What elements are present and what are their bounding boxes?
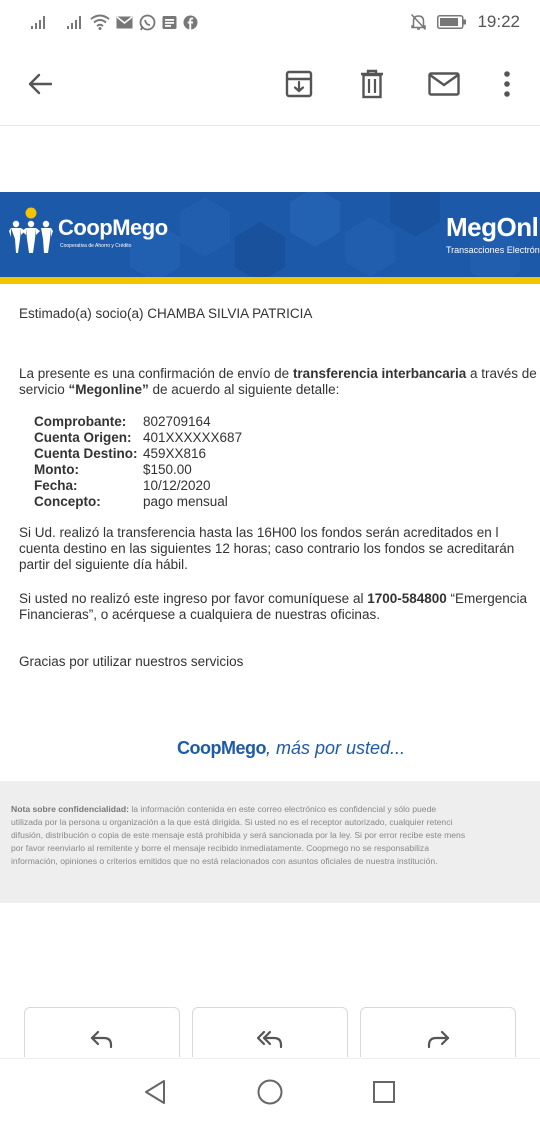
system-nav-bar	[0, 1058, 540, 1122]
detail-value: 10/12/2020	[143, 478, 211, 493]
detail-row: Cuenta Destino: 459XX816	[34, 446, 242, 462]
greeting: Estimado(a) socio(a) CHAMBA SILVIA PATRI…	[19, 306, 313, 321]
disclaimer-title: Nota sobre confidencialidad:	[11, 804, 129, 814]
app-bar	[0, 44, 540, 126]
disclaimer-line: Nota sobre confidencialidad: la informac…	[11, 803, 540, 816]
signature-tagline: , más por usted...	[265, 738, 406, 758]
intro-line-2: servicio “Megonline” de acuerdo al sigui…	[19, 382, 540, 398]
signal-icon	[67, 16, 81, 29]
intro-text: servicio	[19, 382, 69, 397]
intro-bold: transferencia interbancaria	[292, 366, 467, 381]
mute-icon	[411, 13, 427, 31]
status-left	[30, 10, 198, 34]
detail-row: Monto: $150.00	[34, 462, 242, 478]
detail-row: Concepto: pago mensual	[34, 494, 242, 510]
email-body: CoopMego Cooperativa de Ahorro y Crédito…	[0, 127, 540, 1057]
detail-label: Concepto:	[34, 494, 101, 509]
archive-icon	[285, 70, 313, 98]
intro-bold: “Megonline”	[68, 382, 149, 397]
status-time: 19:22	[477, 12, 520, 31]
intro-text: de acuerdo al siguiente detalle:	[148, 382, 340, 397]
phone-number: 1700-584800	[367, 591, 447, 606]
nav-back-button[interactable]	[140, 1077, 170, 1107]
para-2-text: “Emergencia	[446, 591, 528, 606]
detail-value: 802709164	[143, 414, 211, 429]
back-button[interactable]	[20, 64, 60, 104]
signal-icon	[31, 16, 45, 29]
signature: CoopMego, más por usted...	[177, 738, 405, 759]
disclaimer-text: la información contenida en este correo …	[128, 804, 437, 814]
detail-row: Fecha: 10/12/2020	[34, 478, 242, 494]
para-1-line-3: partir del siguiente día hábil.	[19, 557, 188, 572]
detail-label: Cuenta Origen:	[34, 430, 132, 445]
para-2-text: Si usted no realizó este ingreso por fav…	[19, 591, 368, 606]
mail-unread-icon	[428, 72, 460, 96]
megonline-brand: MegOnli Transacciones Electrónica	[446, 212, 540, 255]
wifi-icon	[90, 14, 110, 30]
thanks-text: Gracias por utilizar nuestros servicios	[19, 654, 244, 669]
nav-back-icon	[145, 1080, 165, 1104]
detail-label: Comprobante:	[34, 414, 127, 429]
nav-home-button[interactable]	[255, 1077, 285, 1107]
nav-recents-button[interactable]	[369, 1077, 399, 1107]
intro-text: a través de	[466, 366, 537, 381]
disclaimer-line: información, opiniones o criterios emiti…	[11, 856, 438, 866]
logo-text: CoopMego	[58, 215, 168, 240]
email-banner: CoopMego Cooperativa de Ahorro y Crédito…	[0, 192, 540, 277]
more-vert-icon	[504, 71, 510, 97]
reply-all-button[interactable]	[192, 1007, 348, 1057]
reply-actions	[0, 1007, 540, 1057]
battery-icon	[437, 15, 467, 29]
reply-button[interactable]	[24, 1007, 180, 1057]
delete-icon	[361, 69, 383, 99]
para-2-line-1: Si usted no realizó este ingreso por fav…	[19, 591, 540, 607]
detail-row: Cuenta Origen: 401XXXXXX687	[34, 430, 242, 446]
para-2-line-2: Financieras”, o acérquese a cualquiera d…	[19, 607, 380, 622]
reply-icon	[90, 1030, 113, 1048]
mark-unread-button[interactable]	[424, 64, 464, 104]
detail-value: 459XX816	[143, 446, 207, 461]
nav-recents-icon	[373, 1081, 395, 1103]
megonline-title: MegOnli	[446, 212, 540, 242]
mail-icon	[116, 15, 133, 28]
news-icon	[162, 15, 177, 29]
detail-label: Monto:	[34, 462, 79, 477]
detail-value: $150.00	[143, 462, 192, 477]
more-options-button[interactable]	[487, 64, 527, 104]
signature-brand: CoopMego	[177, 738, 266, 758]
reply-all-icon	[256, 1030, 283, 1048]
delete-button[interactable]	[352, 64, 392, 104]
disclaimer-line: utilizada por la persona u organización …	[11, 817, 453, 827]
disclaimer-line: por favor reenviarlo al remitente y borr…	[11, 843, 429, 853]
intro-line-1: La presente es una confirmación de envío…	[19, 366, 540, 382]
coopmego-logo: CoopMego Cooperativa de Ahorro y Crédito	[8, 207, 168, 257]
detail-label: Fecha:	[34, 478, 78, 493]
logo-subtitle: Cooperativa de Ahorro y Crédito	[60, 243, 132, 249]
forward-icon	[427, 1030, 450, 1048]
para-1-line-2: cuenta destino en las siguientes 12 hora…	[19, 541, 515, 556]
facebook-icon	[183, 15, 198, 30]
forward-button[interactable]	[360, 1007, 516, 1057]
para-1-line-1: Si Ud. realizó la transferencia hasta la…	[19, 525, 499, 540]
whatsapp-icon	[139, 14, 156, 30]
detail-label: Cuenta Destino:	[34, 446, 138, 461]
intro-text: La presente es una confirmación de envío…	[19, 366, 293, 381]
nav-home-icon	[257, 1079, 283, 1105]
banner-yellow-stripe	[0, 277, 540, 284]
detail-value: 401XXXXXX687	[143, 430, 243, 445]
back-arrow-icon	[28, 73, 53, 95]
status-bar: 19:22	[0, 0, 540, 44]
detail-row: Comprobante: 802709164	[34, 414, 242, 430]
confidentiality-disclaimer: Nota sobre confidencialidad: la informac…	[0, 781, 540, 903]
megonline-subtitle: Transacciones Electrónica	[446, 245, 540, 255]
status-right: 19:22	[410, 10, 520, 34]
detail-value: pago mensual	[143, 494, 228, 509]
archive-button[interactable]	[279, 64, 319, 104]
transfer-details: Comprobante: 802709164 Cuenta Origen: 401X…	[34, 414, 242, 510]
disclaimer-line: difusión, distribución o copia de este m…	[11, 830, 466, 840]
people-logo-icon	[9, 207, 53, 253]
